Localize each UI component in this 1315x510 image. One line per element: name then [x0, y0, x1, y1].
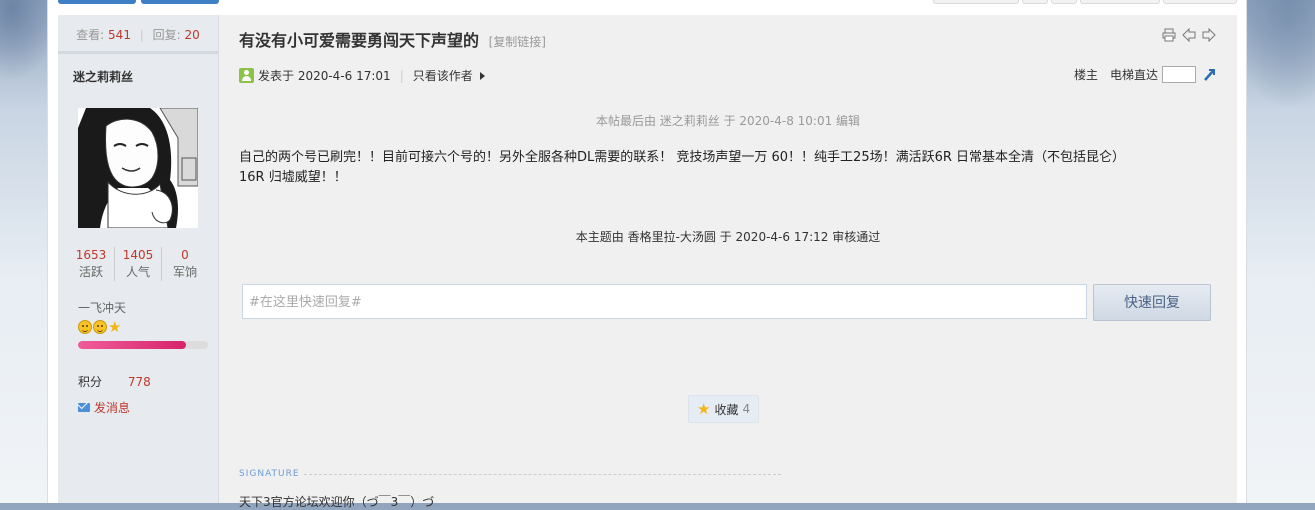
floor-jump-input[interactable] — [1162, 66, 1196, 83]
star-icon: ★ — [108, 318, 122, 336]
floor-tools: 楼主 电梯直达 — [1074, 66, 1216, 83]
stat-pay: 0 军饷 — [161, 247, 208, 281]
edit-note: 本帖最后由 迷之莉莉丝 于 2020-4-8 10:01 编辑 — [595, 114, 861, 128]
thread-stats: 查看: 541 | 回复: 20 — [58, 15, 218, 54]
stat-activity-value: 1653 — [75, 248, 107, 262]
avatar[interactable] — [78, 108, 198, 228]
quick-reply-input[interactable]: #在这里快速回复# — [242, 284, 1087, 319]
top-pager-button-1[interactable] — [933, 0, 1019, 4]
favorite-button[interactable]: ★ 收藏 4 — [688, 395, 760, 423]
jump-go-icon[interactable] — [1202, 68, 1216, 82]
envelope-icon — [78, 403, 90, 412]
top-pager-button-2[interactable] — [1022, 0, 1048, 4]
stat-popularity-label: 人气 — [125, 265, 150, 279]
smiley-icon — [78, 320, 92, 334]
rank-icons: ★ — [78, 318, 122, 336]
author-sidebar: 查看: 541 | 回复: 20 迷之莉莉丝 1653 活跃 1405 人气 0… — [58, 15, 219, 503]
caret-right-icon — [479, 71, 485, 80]
only-author-link[interactable]: 只看该作者 — [413, 67, 473, 84]
send-message-link[interactable]: 发消息 — [78, 399, 130, 416]
moderation-note: 本主题由 香格里拉-大汤圆 于 2020-4-6 17:12 审核通过 — [575, 230, 881, 244]
views-label: 查看: — [76, 28, 105, 42]
send-message-label: 发消息 — [94, 401, 131, 415]
author-name[interactable]: 迷之莉莉丝 — [73, 68, 133, 85]
stat-activity: 1653 活跃 — [68, 247, 114, 281]
favorite-label: 收藏 — [714, 402, 739, 417]
post-main: 有没有小可爱需要勇闯天下声望的 [复制链接] 发表于 2020-4-6 17:0… — [219, 15, 1237, 509]
print-icon[interactable] — [1162, 28, 1176, 42]
replies-label: 回复: — [152, 28, 181, 42]
score-value: 778 — [127, 375, 151, 389]
posted-at: 发表于 2020-4-6 17:01 — [258, 69, 391, 83]
quick-reply-button[interactable]: 快速回复 — [1093, 284, 1211, 321]
stat-pay-value: 0 — [181, 248, 189, 262]
meta-divider: | — [399, 68, 404, 83]
post-content: 自己的两个号已刷完！！目前可接六个号的！另外全服各种DL需要的联系！ 竞技场声望… — [239, 148, 1199, 188]
top-pager-button-3[interactable] — [1051, 0, 1077, 4]
top-nav-button-2[interactable] — [141, 0, 219, 4]
previous-thread-icon[interactable] — [1182, 27, 1196, 43]
post-meta: 发表于 2020-4-6 17:01 | 只看该作者 — [239, 67, 485, 84]
stat-popularity: 1405 人气 — [114, 247, 161, 281]
score-label: 积分 — [78, 375, 103, 389]
stat-activity-label: 活跃 — [78, 265, 103, 279]
user-group-title[interactable]: 一飞冲天 — [78, 299, 126, 316]
online-user-icon — [239, 68, 254, 83]
level-progress-fill — [78, 341, 186, 349]
signature-line — [303, 473, 781, 475]
stat-popularity-value: 1405 — [122, 248, 154, 262]
signature-text: 天下3官方论坛欢迎你（づ￣3￣）づ — [239, 495, 435, 509]
next-thread-icon[interactable] — [1202, 27, 1216, 43]
post-content-line: 16R 归墟威望！！ — [239, 170, 347, 185]
jump-label: 电梯直达 — [1109, 68, 1158, 82]
top-nav-button-1[interactable] — [58, 0, 136, 4]
smiley-icon — [93, 320, 107, 334]
thread-title-text: 有没有小可爱需要勇闯天下声望的 — [239, 31, 480, 50]
thread-title: 有没有小可爱需要勇闯天下声望的 [复制链接] — [239, 27, 546, 51]
top-pager-button-4[interactable] — [1080, 0, 1160, 4]
views-count: 541 — [108, 28, 131, 42]
signature-label: SIGNATURE — [239, 469, 300, 479]
star-icon: ★ — [697, 400, 711, 418]
stats-divider: | — [139, 28, 144, 42]
signature-divider: SIGNATURE — [239, 469, 781, 479]
post-content-line: 自己的两个号已刷完！！目前可接六个号的！另外全服各种DL需要的联系！ 竞技场声望… — [239, 150, 1126, 165]
thread-tools — [1162, 27, 1216, 43]
author-stats: 1653 活跃 1405 人气 0 军饷 — [68, 247, 208, 281]
level-progress-bar — [78, 341, 208, 349]
favorite-count: 4 — [742, 402, 751, 416]
top-pager-button-5[interactable] — [1163, 0, 1237, 4]
floor-label: 楼主 — [1073, 68, 1098, 82]
stat-pay-label: 军饷 — [172, 265, 197, 279]
copy-link[interactable]: [复制链接] — [489, 35, 546, 49]
score-row: 积分 778 — [78, 373, 151, 390]
avatar-image — [78, 108, 198, 228]
replies-count: 20 — [184, 28, 200, 42]
